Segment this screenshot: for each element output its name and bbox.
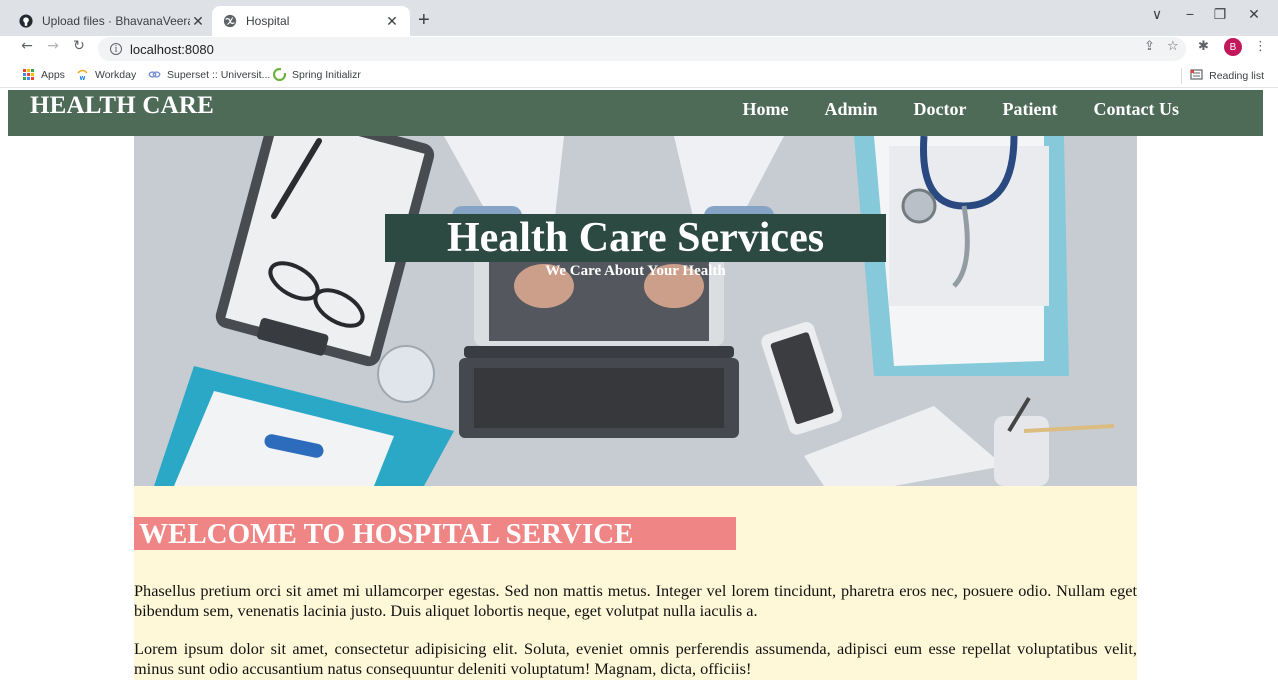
bookmark-apps[interactable]: Apps: [22, 68, 65, 81]
nav-contact-us[interactable]: Contact Us: [1094, 99, 1180, 120]
bookmark-star-icon[interactable]: ☆: [1167, 39, 1179, 54]
nav-doctor[interactable]: Doctor: [914, 99, 967, 120]
tab-title: Hospital: [246, 14, 290, 28]
nav-patient[interactable]: Patient: [1003, 99, 1058, 120]
spring-icon: [273, 68, 286, 81]
reading-list-icon: [1190, 68, 1203, 84]
tab-upload-files[interactable]: Upload files · BhavanaVeeranna/F ✕: [8, 6, 216, 36]
hero-title: Health Care Services: [446, 215, 825, 261]
extensions-puzzle-icon[interactable]: ✱: [1198, 39, 1209, 54]
reading-list-button[interactable]: Reading list: [1181, 68, 1264, 84]
superset-icon: [148, 68, 161, 81]
address-text: localhost:8080: [130, 41, 214, 57]
close-tab-icon[interactable]: ✕: [384, 13, 400, 30]
address-bar[interactable]: i localhost:8080: [98, 37, 1186, 61]
tab-hospital[interactable]: Hospital ✕: [212, 6, 410, 36]
restore-button[interactable]: ❐: [1210, 6, 1230, 23]
bookmark-label: Apps: [41, 68, 65, 81]
menu-kebab-icon[interactable]: ⋮: [1254, 39, 1267, 54]
apps-grid-icon: [22, 68, 35, 81]
share-icon[interactable]: ⇪: [1144, 39, 1155, 54]
hero-subtitle: We Care About Your Health: [545, 263, 726, 279]
browser-toolbar: ← → ↻ i localhost:8080 ⇪ ☆ ✱ ⋮: [0, 36, 1278, 62]
hero-banner: Health Care Services We Care About Your …: [134, 136, 1137, 486]
bookmark-workday[interactable]: w Workday: [76, 68, 136, 81]
close-tab-icon[interactable]: ✕: [190, 13, 206, 30]
bookmarks-bar: Apps w Workday Superset :: Universit... …: [0, 62, 1278, 88]
site-brand[interactable]: HEALTH CARE: [30, 92, 214, 120]
nav-admin[interactable]: Admin: [825, 99, 878, 120]
tab-title: Upload files · BhavanaVeeranna/F: [42, 14, 190, 28]
main-nav: Home Admin Doctor Patient Contact Us: [743, 99, 1179, 120]
bookmark-label: Spring Initializr: [292, 68, 361, 81]
site-info-icon[interactable]: i: [110, 43, 122, 55]
github-icon: [18, 13, 34, 29]
workday-icon: w: [76, 68, 89, 81]
bookmark-label: Superset :: Universit...: [167, 68, 271, 81]
welcome-heading: WELCOME TO HOSPITAL SERVICE: [134, 517, 736, 550]
new-tab-button[interactable]: +: [418, 8, 430, 32]
welcome-section: WELCOME TO HOSPITAL SERVICE Phasellus pr…: [134, 486, 1137, 680]
site-navbar: HEALTH CARE Home Admin Doctor Patient Co…: [8, 90, 1263, 136]
minimize-button[interactable]: −: [1180, 6, 1200, 22]
forward-arrow-icon[interactable]: →: [44, 38, 62, 54]
reload-icon[interactable]: ↻: [70, 38, 88, 54]
profile-avatar[interactable]: B: [1224, 38, 1242, 56]
reading-list-label: Reading list: [1209, 70, 1264, 82]
svg-text:w: w: [79, 75, 86, 81]
bookmark-spring[interactable]: Spring Initializr: [273, 68, 361, 81]
intro-paragraph-2: Lorem ipsum dolor sit amet, consectetur …: [134, 639, 1137, 678]
close-window-button[interactable]: ✕: [1244, 6, 1264, 23]
globe-icon: [222, 13, 238, 29]
back-arrow-icon[interactable]: ←: [18, 38, 36, 54]
hero-background-image: [134, 136, 1137, 486]
bookmark-label: Workday: [95, 68, 137, 81]
intro-paragraph-1: Phasellus pretium orci sit amet mi ullam…: [134, 581, 1137, 620]
nav-home[interactable]: Home: [743, 99, 789, 120]
tab-search-icon[interactable]: ∨: [1147, 6, 1167, 23]
bookmark-superset[interactable]: Superset :: Universit...: [148, 68, 270, 81]
tab-strip: Upload files · BhavanaVeeranna/F ✕ Hospi…: [0, 0, 1278, 36]
